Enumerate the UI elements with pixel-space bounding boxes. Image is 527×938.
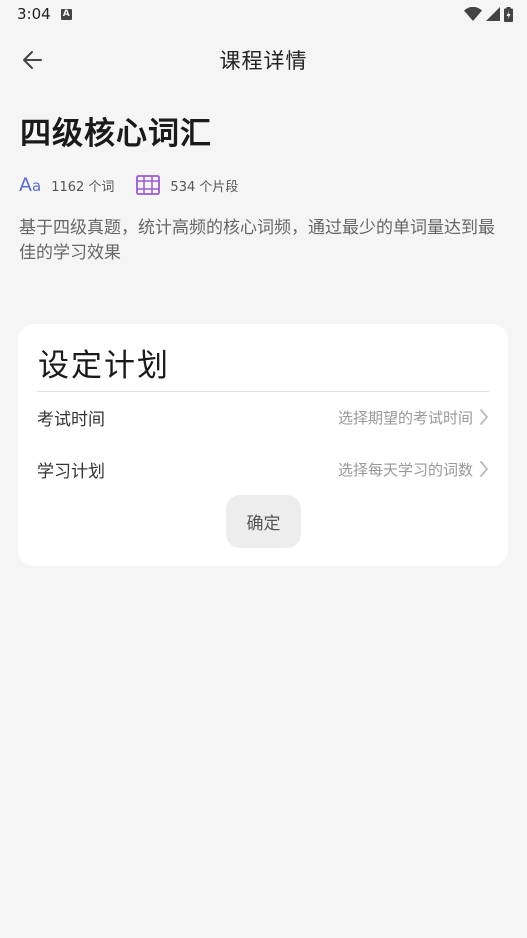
- battery-icon: [504, 6, 513, 22]
- study-plan-value: 选择每天学习的词数: [337, 460, 473, 479]
- course-title: 四级核心词汇: [20, 116, 212, 152]
- notification-icon: A: [60, 8, 72, 20]
- status-time: 3:04: [17, 5, 51, 23]
- chevron-right-icon: [480, 461, 488, 477]
- back-button[interactable]: [14, 44, 50, 76]
- font-aa-icon: Aa: [19, 173, 42, 196]
- confirm-button[interactable]: 确定: [226, 495, 301, 548]
- study-plan-label: 学习计划: [37, 461, 105, 482]
- film-icon: [136, 175, 161, 195]
- plan-card: 设定计划 考试时间 选择期望的考试时间 学习计划 选择每天学习的词数 确定: [18, 324, 508, 566]
- status-bar: 3:04 A: [0, 0, 527, 28]
- clip-count-item: 534 个片段: [136, 175, 238, 195]
- status-left: 3:04 A: [17, 5, 72, 23]
- wifi-icon: [464, 7, 482, 21]
- clip-count: 534 个片段: [170, 179, 239, 195]
- status-right: [464, 6, 513, 22]
- exam-time-picker[interactable]: 选择期望的考试时间: [338, 407, 489, 428]
- exam-time-label: 考试时间: [37, 409, 105, 430]
- course-meta: Aa 1162 个词 534 个片段: [19, 172, 260, 198]
- arrow-left-icon: [23, 51, 42, 69]
- course-description: 基于四级真题，统计高频的核心词频，通过最少的单词量达到最佳的学习效果: [19, 218, 495, 263]
- divider: [37, 391, 489, 392]
- study-plan-picker[interactable]: 选择每天学习的词数: [338, 459, 489, 480]
- app-bar: 课程详情: [0, 34, 527, 86]
- plan-title: 设定计划: [38, 348, 170, 384]
- chevron-right-icon: [480, 409, 488, 425]
- word-count-item: Aa 1162 个词: [19, 173, 115, 196]
- word-count: 1162 个词: [51, 179, 115, 195]
- page-title: 课程详情: [219, 49, 308, 73]
- signal-icon: [486, 7, 500, 21]
- exam-time-value: 选择期望的考试时间: [337, 408, 473, 427]
- study-plan-row[interactable]: 学习计划 选择每天学习的词数: [37, 452, 489, 486]
- exam-time-row[interactable]: 考试时间 选择期望的考试时间: [37, 400, 489, 434]
